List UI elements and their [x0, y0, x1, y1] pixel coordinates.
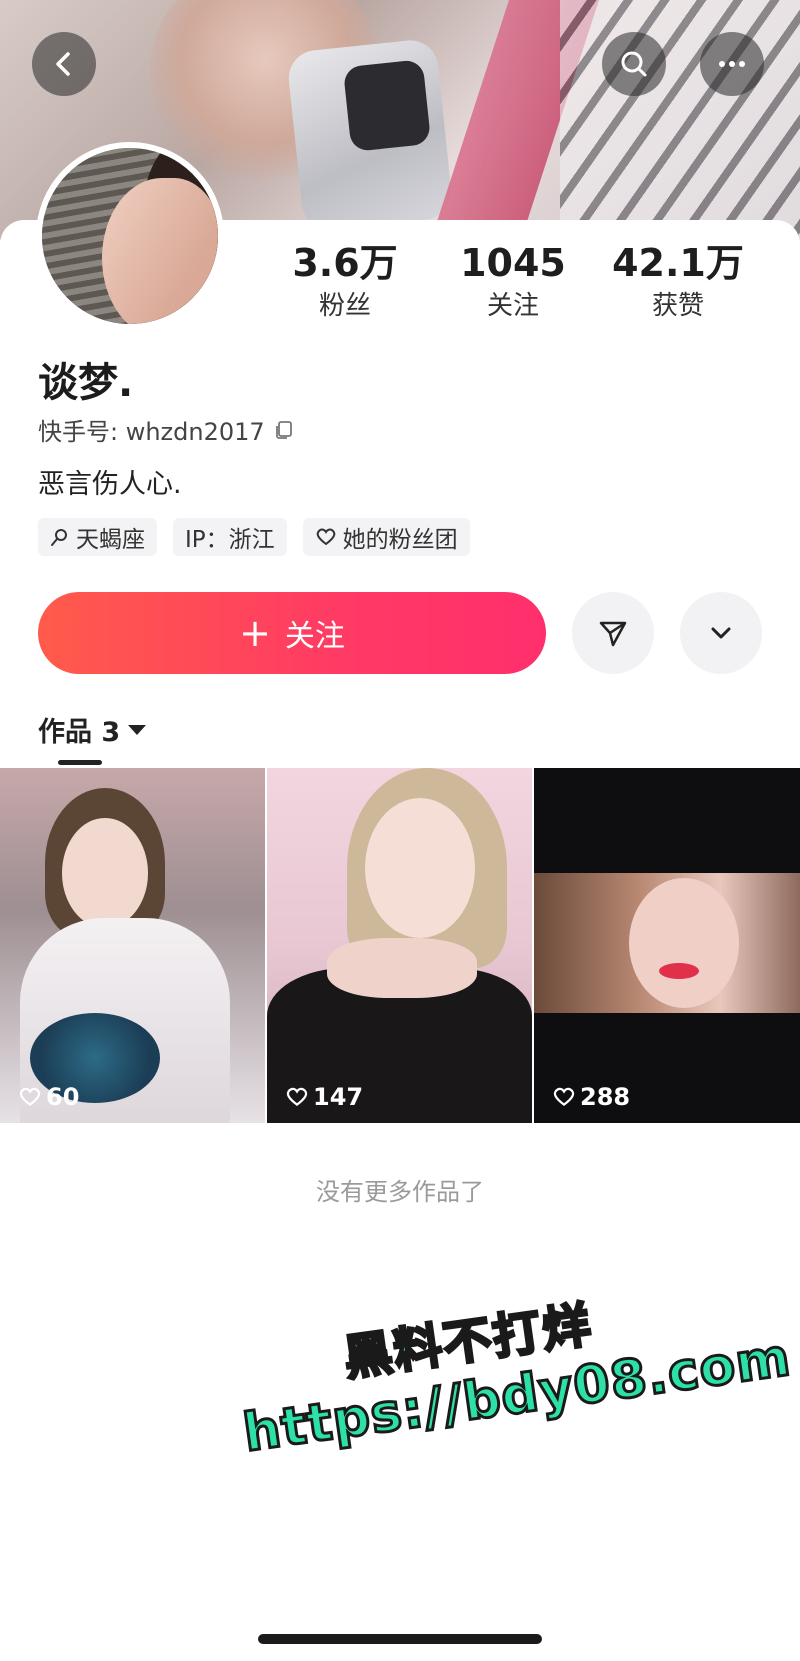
search-button[interactable] [602, 32, 666, 96]
heart-outline-icon [553, 1087, 575, 1107]
no-more-works-text: 没有更多作品了 [316, 1178, 484, 1206]
work-thumbnail[interactable]: 288 [534, 768, 800, 1123]
more-dots-icon [719, 61, 745, 67]
heart-outline-icon [286, 1087, 308, 1107]
tag-fan-club[interactable]: 她的粉丝团 [302, 518, 470, 556]
heart-outline-icon [19, 1087, 41, 1107]
chevron-left-icon [56, 52, 70, 76]
tag-label: 天蝎座 [76, 527, 145, 553]
chevron-down-icon [711, 627, 731, 639]
tab-works-label: 作品 3 [38, 717, 121, 748]
back-button[interactable] [32, 32, 96, 96]
kuaishou-id-row[interactable]: 快手号: whzdn2017 [38, 412, 295, 447]
like-count: 60 [18, 1083, 79, 1111]
more-button[interactable] [700, 32, 764, 96]
kuaishou-id: 快手号: whzdn2017 [38, 418, 265, 446]
zodiac-icon [51, 529, 67, 546]
profile-name: 谈梦. [38, 360, 134, 406]
message-button[interactable] [572, 592, 654, 674]
send-icon [599, 621, 627, 647]
like-count-value: 147 [313, 1083, 364, 1111]
avatar[interactable] [36, 142, 224, 330]
follow-label: 关注 [284, 619, 345, 654]
profile-bio: 恶言伤人心. [38, 469, 182, 500]
profile-tags: 天蝎座 IP：浙江 她的粉丝团 [38, 518, 470, 556]
tab-works[interactable]: 作品 3 [38, 710, 147, 749]
stat-label: 粉丝 [318, 291, 371, 321]
heart-outline-icon [316, 528, 335, 546]
like-count-value: 288 [580, 1083, 631, 1111]
stat-following[interactable]: 1045 关注 [438, 240, 588, 324]
work-thumbnail[interactable]: 147 [267, 768, 532, 1123]
tag-ip: IP：浙江 [173, 518, 287, 556]
like-count: 288 [552, 1083, 630, 1111]
stat-value: 1045 [460, 241, 566, 285]
copy-icon[interactable] [273, 419, 295, 441]
work-thumbnail[interactable]: 60 [0, 768, 265, 1123]
tag-label: 她的粉丝团 [342, 527, 458, 553]
stat-followers[interactable]: 3.6万 粉丝 [270, 240, 420, 324]
follow-button[interactable]: + 关注 [38, 592, 546, 674]
tag-label: IP：浙江 [185, 527, 275, 553]
works-grid: 60 147 288 [0, 768, 800, 1123]
search-icon [621, 51, 647, 77]
tab-underline [58, 760, 102, 765]
home-indicator[interactable] [258, 1634, 542, 1644]
expand-button[interactable] [680, 592, 762, 674]
like-count-value: 60 [46, 1083, 80, 1111]
plus-icon: + [239, 611, 271, 655]
stat-label: 获赞 [651, 291, 704, 321]
stat-label: 关注 [486, 291, 539, 321]
caret-down-icon [128, 724, 147, 735]
tag-zodiac[interactable]: 天蝎座 [38, 518, 157, 556]
like-count: 147 [285, 1083, 363, 1111]
stat-value: 3.6万 [292, 241, 398, 285]
stat-value: 42.1万 [612, 241, 744, 285]
stat-likes[interactable]: 42.1万 获赞 [603, 240, 753, 324]
